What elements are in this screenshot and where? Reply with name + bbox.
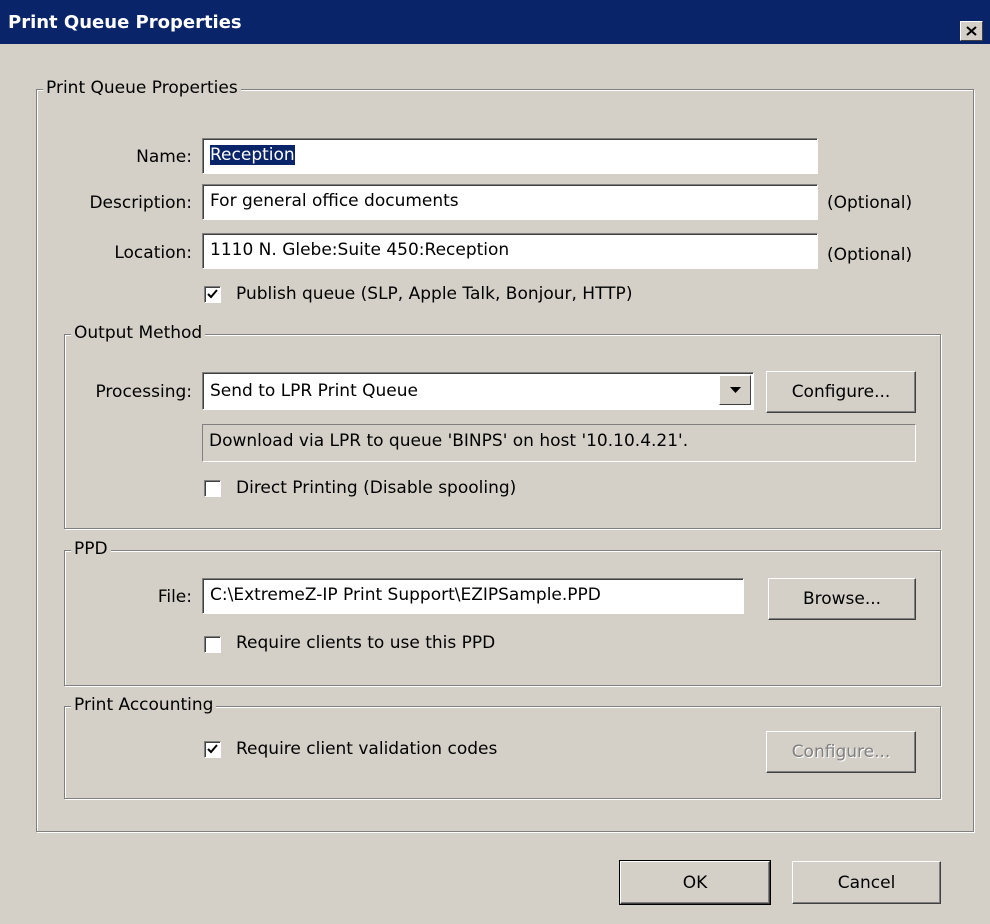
processing-value: Send to LPR Print Queue [210, 381, 418, 401]
name-value: Reception [210, 145, 295, 165]
processing-info-box: Download via LPR to queue 'BINPS' on hos… [202, 424, 916, 462]
location-input[interactable]: 1110 N. Glebe:Suite 450:Reception [202, 233, 818, 269]
require-codes-label: Require client validation codes [236, 739, 498, 759]
ppd-file-value: C:\ExtremeZ-IP Print Support\EZIPSample.… [210, 585, 601, 605]
title-bar: Print Queue Properties [0, 0, 990, 44]
ok-button-label: OK [682, 872, 708, 893]
ok-button[interactable]: OK [619, 860, 771, 905]
location-value: 1110 N. Glebe:Suite 450:Reception [210, 240, 510, 260]
description-label: Description: [89, 193, 192, 213]
group-label: Print Queue Properties [43, 78, 241, 98]
require-codes-checkbox[interactable] [204, 741, 221, 758]
configure-button-label: Configure... [791, 382, 891, 402]
ppd-file-input[interactable]: C:\ExtremeZ-IP Print Support\EZIPSample.… [202, 578, 744, 614]
browse-button[interactable]: Browse... [768, 578, 916, 620]
cancel-button-label: Cancel [837, 872, 896, 893]
close-button[interactable] [960, 21, 983, 41]
close-icon [966, 26, 977, 36]
description-input[interactable]: For general office documents [202, 184, 818, 220]
name-label: Name: [136, 147, 192, 167]
checkmark-icon [207, 289, 218, 299]
browse-button-label: Browse... [802, 589, 882, 609]
processing-configure-button[interactable]: Configure... [766, 371, 916, 413]
accounting-configure-label: Configure... [791, 742, 891, 762]
description-value: For general office documents [210, 191, 459, 211]
direct-printing-label: Direct Printing (Disable spooling) [236, 478, 517, 498]
output-method-label: Output Method [71, 323, 206, 343]
publish-queue-label: Publish queue (SLP, Apple Talk, Bonjour,… [236, 284, 633, 304]
processing-info-text: Download via LPR to queue 'BINPS' on hos… [209, 431, 689, 451]
location-optional-hint: (Optional) [827, 245, 913, 265]
print-accounting-label: Print Accounting [71, 695, 217, 715]
direct-printing-checkbox[interactable] [204, 480, 221, 497]
name-input[interactable]: Reception [202, 138, 818, 174]
location-label: Location: [114, 243, 192, 263]
dropdown-arrow-button[interactable] [719, 375, 751, 405]
processing-label: Processing: [95, 382, 192, 402]
cancel-button[interactable]: Cancel [792, 861, 941, 904]
window-title: Print Queue Properties [8, 12, 242, 33]
publish-queue-checkbox[interactable] [204, 286, 221, 303]
accounting-configure-button[interactable]: Configure... [766, 731, 916, 773]
checkmark-icon [207, 744, 218, 754]
description-optional-hint: (Optional) [827, 193, 913, 213]
require-ppd-label: Require clients to use this PPD [236, 633, 496, 653]
require-ppd-checkbox[interactable] [204, 636, 221, 653]
ppd-label: PPD [71, 539, 111, 559]
file-label: File: [157, 587, 192, 607]
chevron-down-icon [729, 387, 741, 393]
processing-dropdown[interactable]: Send to LPR Print Queue [202, 372, 754, 410]
